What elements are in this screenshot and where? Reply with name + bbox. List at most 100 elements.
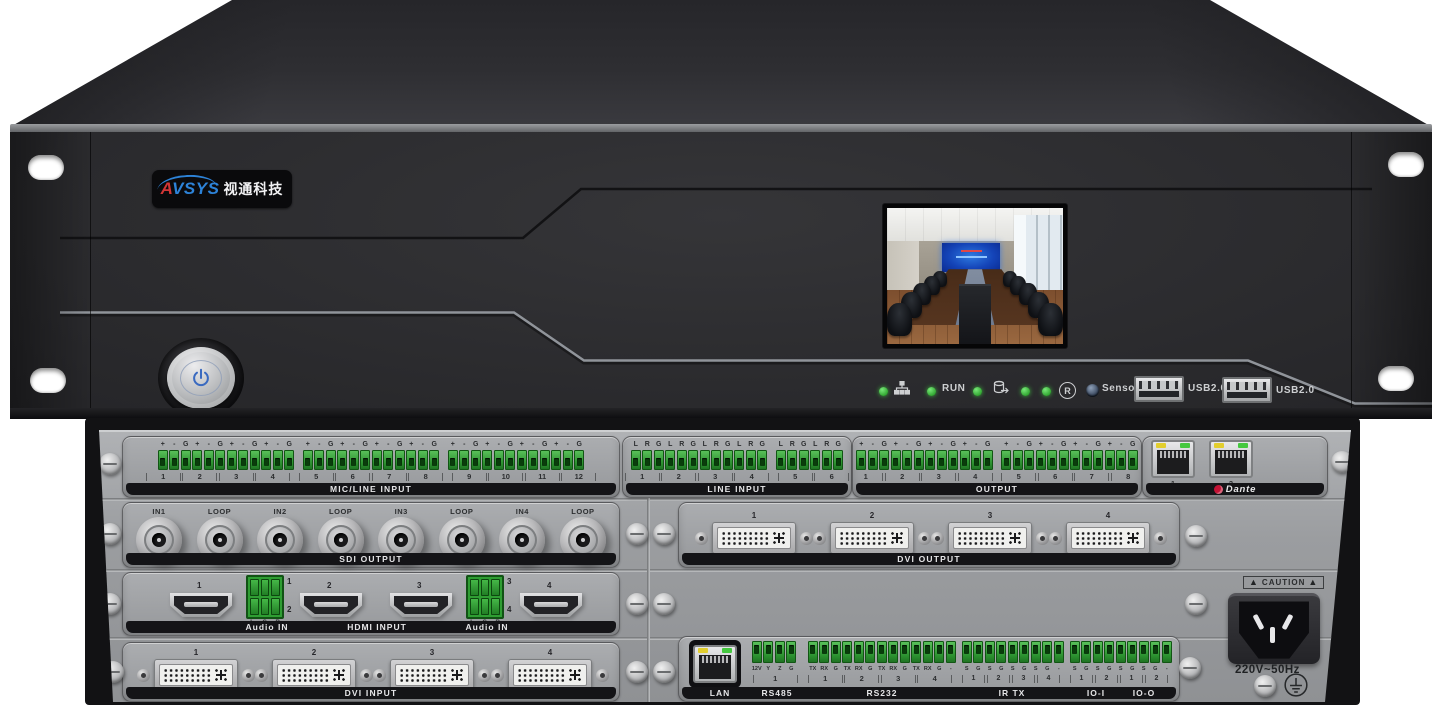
- terminal-pin[interactable]: [865, 641, 875, 663]
- terminal-pin[interactable]: [831, 641, 841, 663]
- terminal-pin[interactable]: [700, 450, 710, 470]
- terminal-pin[interactable]: [169, 450, 179, 470]
- thumb-screw[interactable]: [653, 593, 675, 615]
- terminal-pin[interactable]: [1139, 641, 1149, 663]
- lan-port[interactable]: [693, 645, 737, 683]
- hdmi-port[interactable]: [300, 593, 362, 617]
- thumb-screw[interactable]: [1185, 593, 1207, 615]
- audio-in-block[interactable]: [466, 575, 504, 619]
- terminal-pin[interactable]: [902, 450, 912, 470]
- terminal-pin[interactable]: [787, 450, 797, 470]
- terminal-pin[interactable]: [273, 450, 283, 470]
- rj45-port[interactable]: [1209, 440, 1253, 478]
- terminal-pin[interactable]: [1070, 641, 1080, 663]
- audio-in-block[interactable]: [246, 575, 284, 619]
- terminal-pin[interactable]: [1082, 450, 1092, 470]
- terminal-pin[interactable]: [238, 450, 248, 470]
- terminal-pin[interactable]: [459, 450, 469, 470]
- terminal-pin[interactable]: [372, 450, 382, 470]
- terminal-pin[interactable]: [158, 450, 168, 470]
- terminal-pin[interactable]: [888, 641, 898, 663]
- thumb-screw[interactable]: [1185, 525, 1207, 547]
- terminal-pin[interactable]: [911, 641, 921, 663]
- terminal-pin[interactable]: [1019, 641, 1029, 663]
- terminal-pin[interactable]: [1036, 450, 1046, 470]
- terminal-pin[interactable]: [326, 450, 336, 470]
- terminal-pin[interactable]: [808, 641, 818, 663]
- terminal-pin[interactable]: [551, 450, 561, 470]
- terminal-pin[interactable]: [1059, 450, 1069, 470]
- terminal-pin[interactable]: [337, 450, 347, 470]
- terminal-pin[interactable]: [946, 641, 956, 663]
- terminal-pin[interactable]: [1031, 641, 1041, 663]
- terminal-pin[interactable]: [1081, 641, 1091, 663]
- terminal-pin[interactable]: [395, 450, 405, 470]
- terminal-pin[interactable]: [471, 450, 481, 470]
- terminal-pin[interactable]: [1008, 641, 1018, 663]
- hdmi-port[interactable]: [390, 593, 452, 617]
- iec-power-inlet[interactable]: [1228, 593, 1320, 664]
- terminal-pin[interactable]: [1093, 641, 1103, 663]
- terminal-pin[interactable]: [879, 450, 889, 470]
- usb-port[interactable]: [1222, 377, 1272, 403]
- thumb-screw[interactable]: [1179, 657, 1201, 679]
- terminal-pin[interactable]: [973, 641, 983, 663]
- terminal-pin[interactable]: [948, 450, 958, 470]
- dvi-connector[interactable]: [695, 522, 813, 554]
- thumb-screw[interactable]: [99, 453, 121, 475]
- terminal-pin[interactable]: [284, 450, 294, 470]
- terminal-pin[interactable]: [983, 450, 993, 470]
- terminal-pin[interactable]: [383, 450, 393, 470]
- terminal-pin[interactable]: [642, 450, 652, 470]
- terminal-pin[interactable]: [752, 641, 762, 663]
- terminal-pin[interactable]: [406, 450, 416, 470]
- terminal-pin[interactable]: [192, 450, 202, 470]
- terminal-pin[interactable]: [227, 450, 237, 470]
- terminal-pin[interactable]: [517, 450, 527, 470]
- terminal-pin[interactable]: [540, 450, 550, 470]
- terminal-pin[interactable]: [494, 450, 504, 470]
- usb-port[interactable]: [1134, 376, 1184, 402]
- terminal-pin[interactable]: [665, 450, 675, 470]
- terminal-pin[interactable]: [763, 641, 773, 663]
- terminal-pin[interactable]: [891, 450, 901, 470]
- terminal-pin[interactable]: [776, 450, 786, 470]
- terminal-pin[interactable]: [925, 450, 935, 470]
- terminal-pin[interactable]: [962, 641, 972, 663]
- thumb-screw[interactable]: [626, 661, 648, 683]
- terminal-pin[interactable]: [971, 450, 981, 470]
- terminal-pin[interactable]: [937, 450, 947, 470]
- terminal-pin[interactable]: [204, 450, 214, 470]
- terminal-pin[interactable]: [677, 450, 687, 470]
- terminal-pin[interactable]: [215, 450, 225, 470]
- terminal-pin[interactable]: [822, 450, 832, 470]
- terminal-pin[interactable]: [810, 450, 820, 470]
- terminal-pin[interactable]: [360, 450, 370, 470]
- terminal-pin[interactable]: [250, 450, 260, 470]
- thumb-screw[interactable]: [653, 523, 675, 545]
- terminal-pin[interactable]: [314, 450, 324, 470]
- terminal-pin[interactable]: [261, 450, 271, 470]
- terminal-pin[interactable]: [1127, 641, 1137, 663]
- terminal-pin[interactable]: [1128, 450, 1138, 470]
- terminal-pin[interactable]: [1024, 450, 1034, 470]
- terminal-pin[interactable]: [996, 641, 1006, 663]
- terminal-pin[interactable]: [303, 450, 313, 470]
- terminal-pin[interactable]: [654, 450, 664, 470]
- terminal-pin[interactable]: [833, 450, 843, 470]
- terminal-pin[interactable]: [418, 450, 428, 470]
- terminal-pin[interactable]: [1047, 450, 1057, 470]
- thumb-screw[interactable]: [626, 593, 648, 615]
- power-button[interactable]: [167, 347, 235, 409]
- terminal-pin[interactable]: [181, 450, 191, 470]
- terminal-pin[interactable]: [856, 450, 866, 470]
- terminal-pin[interactable]: [934, 641, 944, 663]
- terminal-pin[interactable]: [960, 450, 970, 470]
- terminal-pin[interactable]: [1162, 641, 1172, 663]
- terminal-pin[interactable]: [868, 450, 878, 470]
- terminal-pin[interactable]: [1054, 641, 1064, 663]
- terminal-pin[interactable]: [799, 450, 809, 470]
- terminal-pin[interactable]: [723, 450, 733, 470]
- terminal-pin[interactable]: [1070, 450, 1080, 470]
- hdmi-port[interactable]: [520, 593, 582, 617]
